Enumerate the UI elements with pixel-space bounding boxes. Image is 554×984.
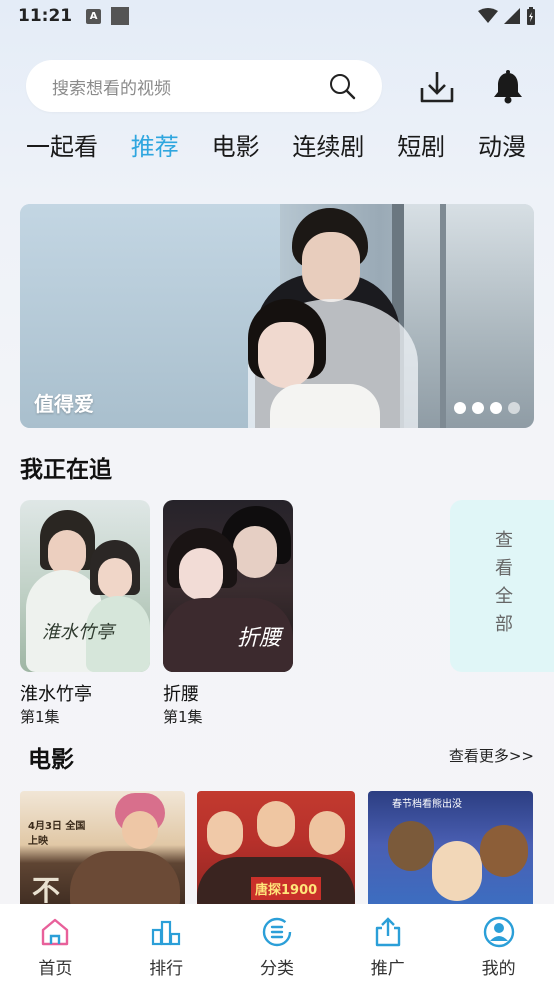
banner-figure <box>270 384 380 428</box>
bottom-navigation: 首页 排行 分类 推广 我的 <box>0 904 554 984</box>
status-time: 11:21 <box>18 6 73 26</box>
nav-label: 分类 <box>259 959 294 979</box>
tab-movies[interactable]: 电影 <box>212 127 260 162</box>
poster-figure <box>98 558 132 598</box>
carousel-dot[interactable] <box>472 402 484 414</box>
nav-ranking[interactable]: 排行 <box>111 904 222 984</box>
poster-title-art: 折腰 <box>237 626 282 651</box>
poster-figure <box>179 548 223 600</box>
poster-figure <box>432 841 482 901</box>
carousel-dot[interactable] <box>490 402 502 414</box>
download-icon[interactable] <box>418 68 456 106</box>
view-all-label: 查看全部 <box>492 530 513 642</box>
nav-profile[interactable]: 我的 <box>443 904 554 984</box>
nav-label: 首页 <box>38 959 73 979</box>
banner-window <box>400 204 534 428</box>
nav-label: 我的 <box>481 959 516 979</box>
poster-figure <box>207 811 243 855</box>
nav-home[interactable]: 首页 <box>0 904 111 984</box>
bell-icon[interactable] <box>492 70 524 104</box>
poster-figure <box>480 825 528 877</box>
tab-short-dramas[interactable]: 短剧 <box>397 127 445 162</box>
nav-label: 推广 <box>370 959 405 979</box>
show-name[interactable]: 折腰 <box>163 680 199 706</box>
search-placeholder: 搜索想看的视频 <box>52 78 171 99</box>
movie-poster[interactable]: 唐探1900 <box>197 791 355 911</box>
category-tabs: 一起看 推荐 电影 连续剧 短剧 动漫 <box>26 124 526 164</box>
carousel-dot[interactable] <box>508 402 520 414</box>
show-poster[interactable]: 折腰 <box>163 500 293 672</box>
poster-figure <box>48 530 86 576</box>
view-more-link[interactable]: 查看更多>> <box>449 745 534 766</box>
view-all-button[interactable]: 查看全部 <box>450 500 554 672</box>
section-title-movies: 电影 <box>28 747 74 773</box>
movie-poster[interactable]: 春节档看熊出没 <box>368 791 533 911</box>
carousel-dot[interactable] <box>454 402 466 414</box>
signal-icon <box>504 8 520 24</box>
banner-carousel[interactable]: 值得爱 <box>20 204 534 428</box>
tab-recommended[interactable]: 推荐 <box>131 127 179 162</box>
tab-series[interactable]: 连续剧 <box>292 127 364 162</box>
nav-label: 排行 <box>149 959 184 979</box>
show-name[interactable]: 淮水竹亭 <box>20 680 92 706</box>
poster-figure <box>70 851 180 911</box>
carousel-indicator <box>454 402 520 414</box>
poster-art-text: 唐探1900 <box>251 877 322 900</box>
poster-figure <box>233 526 277 578</box>
poster-title-art: 淮水竹亭 <box>42 622 114 643</box>
status-bar: 11:21 A <box>0 0 554 32</box>
nav-category[interactable]: 分类 <box>222 904 333 984</box>
wifi-icon <box>478 8 498 23</box>
tab-watch-together[interactable]: 一起看 <box>26 127 98 162</box>
poster-tagline-text: 春节档看熊出没 <box>392 799 462 810</box>
category-icon <box>262 917 292 947</box>
banner-rail <box>440 204 446 428</box>
movie-poster[interactable]: 4月3日 全国上映 不 <box>20 791 185 911</box>
show-episode: 第1集 <box>20 708 60 726</box>
profile-icon <box>483 916 514 948</box>
poster-figure <box>388 821 434 871</box>
home-icon <box>42 918 69 946</box>
screen-record-icon <box>111 7 130 25</box>
banner-figure <box>258 322 314 388</box>
poster-release-text: 4月3日 全国上映 <box>28 821 86 847</box>
poster-figure <box>257 801 295 847</box>
poster-art-text: 不 <box>32 874 61 907</box>
banner-figure <box>302 232 360 302</box>
share-icon <box>375 917 400 947</box>
app-notification-icon: A <box>86 8 102 24</box>
search-icon[interactable] <box>328 72 356 100</box>
show-poster[interactable]: 淮水竹亭 <box>20 500 150 672</box>
ranking-icon <box>152 920 181 946</box>
search-input[interactable]: 搜索想看的视频 <box>26 60 382 112</box>
battery-icon <box>527 7 535 25</box>
tab-anime[interactable]: 动漫 <box>478 127 526 162</box>
nav-promote[interactable]: 推广 <box>332 904 443 984</box>
poster-figure <box>309 811 345 855</box>
section-title-following: 我正在追 <box>20 457 112 483</box>
banner-title: 值得爱 <box>34 392 94 416</box>
poster-figure <box>122 811 158 849</box>
show-episode: 第1集 <box>163 708 203 726</box>
